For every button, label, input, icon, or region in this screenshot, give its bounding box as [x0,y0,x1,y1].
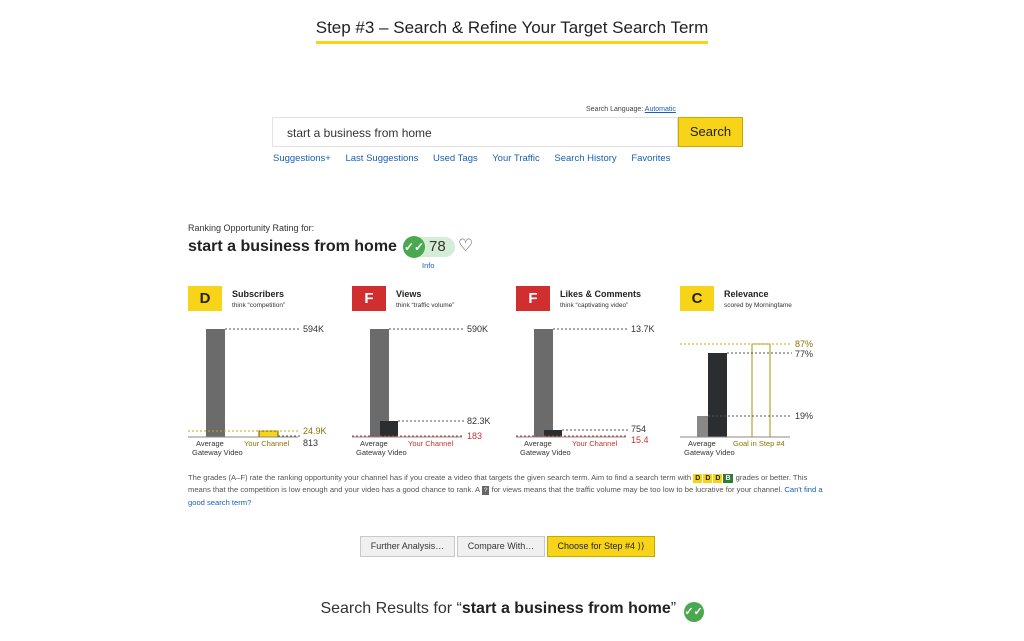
chart-subscribers-svg: 594K 24.9K 813 Average Gateway Video You… [188,324,327,457]
search-input[interactable]: start a business from home [272,117,678,147]
x-label-gateway: Gateway Video [520,448,571,457]
search-results-heading: Search Results for “start a business fro… [0,600,1024,622]
suggestions-link[interactable]: Suggestions+ [273,153,331,164]
x-label-average: Average [688,439,716,448]
gateway-value-label: 754 [631,424,646,434]
bar-average [206,329,225,437]
x-label-gateway: Gateway Video [192,448,243,457]
chart-relevance: 87% 77% 19% Average Gateway Video Goal i… [680,322,830,462]
check-icon: ✓✓ [403,236,425,258]
grade-badge-b: B [723,474,733,483]
search-language: Search Language: Automatic [586,106,676,113]
step-title-text: Step #3 – Search & Refine Your Target Se… [315,18,709,44]
grade-views: F [352,286,386,311]
chart-views-svg: 590K 82.3K 183 Average Gateway Video You… [352,324,491,457]
results-prefix: Search Results for “ [320,600,462,617]
score-value: 78 [429,238,446,255]
results-suffix: ” [670,600,677,617]
chart-likes-svg: 13.7K 754 15.4 Average Gateway Video You… [516,324,655,457]
metric-subtitle-subscribers: think “competition” [232,302,286,309]
search-history-link[interactable]: Search History [554,153,616,164]
check-icon: ✓✓ [683,602,704,622]
last-suggestions-link[interactable]: Last Suggestions [345,153,418,164]
grade-badge-d: D [693,474,703,483]
search-button[interactable]: Search [678,117,743,147]
language-link[interactable]: Automatic [645,106,676,113]
x-label-gateway: Gateway Video [684,448,735,457]
grade-badge-d: D [713,474,723,483]
metric-title-likes: Likes & Comments [560,289,642,299]
x-label-goal: Goal in Step #4 [733,439,785,448]
x-label-average: Average [524,439,552,448]
compare-with-button[interactable]: Compare With… [457,536,545,557]
results-term: start a business from home [461,600,671,617]
bar-goal [751,343,771,438]
chart-subscribers: 594K 24.9K 813 Average Gateway Video You… [188,322,338,462]
metric-subtitle-relevance: scored by Morningfame [724,302,792,309]
gateway-value-label: 82.3K [467,416,491,426]
average-value-label: 19% [795,411,813,421]
yours-value-label: 813 [303,438,318,448]
x-label-gateway: Gateway Video [356,448,407,457]
note-text-1: The grades (A–F) rate the ranking opport… [188,473,692,482]
grade-likes: F [516,286,550,311]
chart-views: 590K 82.3K 183 Average Gateway Video You… [352,322,502,462]
step-title: Step #3 – Search & Refine Your Target Se… [0,18,1024,44]
metric-subtitle-views: think “traffic volume” [396,302,455,309]
average-value-label: 590K [467,324,488,334]
average-value-label: 594K [303,324,324,334]
metric-title-views: Views [396,289,422,299]
yours-value-label: 183 [467,431,482,441]
chart-likes: 13.7K 754 15.4 Average Gateway Video You… [516,322,666,462]
grade-subscribers: D [188,286,222,311]
grade-relevance: C [680,286,714,311]
x-label-average: Average [360,439,388,448]
bar-average [534,329,553,437]
x-label-average: Average [196,439,224,448]
target-value-label: 24.9K [303,426,327,436]
rated-term: start a business from home [188,238,397,255]
heart-icon[interactable]: ♡ [458,236,473,256]
gateway-value-label: 77% [795,349,813,359]
search-links: Suggestions+ Last Suggestions Used Tags … [273,153,682,164]
bar-average [697,416,708,437]
x-label-your-channel: Your Channel [572,439,618,448]
goal-value-label: 87% [795,339,813,349]
favorites-link[interactable]: Favorites [631,153,670,164]
bar-your-channel [258,430,279,438]
metric-title-subscribers: Subscribers [232,289,285,299]
rating-label: Ranking Opportunity Rating for: [188,223,315,233]
yours-value-label: 15.4 [631,435,649,445]
used-tags-link[interactable]: Used Tags [433,153,478,164]
bar-gateway [708,353,727,437]
x-label-your-channel: Your Channel [408,439,454,448]
grades-explanation: The grades (A–F) rate the ranking opport… [188,472,828,509]
x-label-your-channel: Your Channel [244,439,290,448]
further-analysis-button[interactable]: Further Analysis… [360,536,455,557]
chart-relevance-svg: 87% 77% 19% Average Gateway Video Goal i… [680,339,813,457]
bar-average [370,329,389,437]
metric-subtitle-likes: think “captivating video” [560,302,629,309]
average-value-label: 13.7K [631,324,655,334]
grade-badge-d: D [703,474,713,483]
question-badge: ? [481,486,490,496]
bar-gateway [380,421,398,437]
language-label: Search Language: [586,106,644,113]
choose-step4-button[interactable]: Choose for Step #4 ⟩⟩ [547,536,655,557]
info-link[interactable]: Info [422,261,435,270]
your-traffic-link[interactable]: Your Traffic [492,153,540,164]
note-text-3: for views means that the traffic volume … [491,485,783,495]
metric-title-relevance: Relevance [724,289,769,299]
